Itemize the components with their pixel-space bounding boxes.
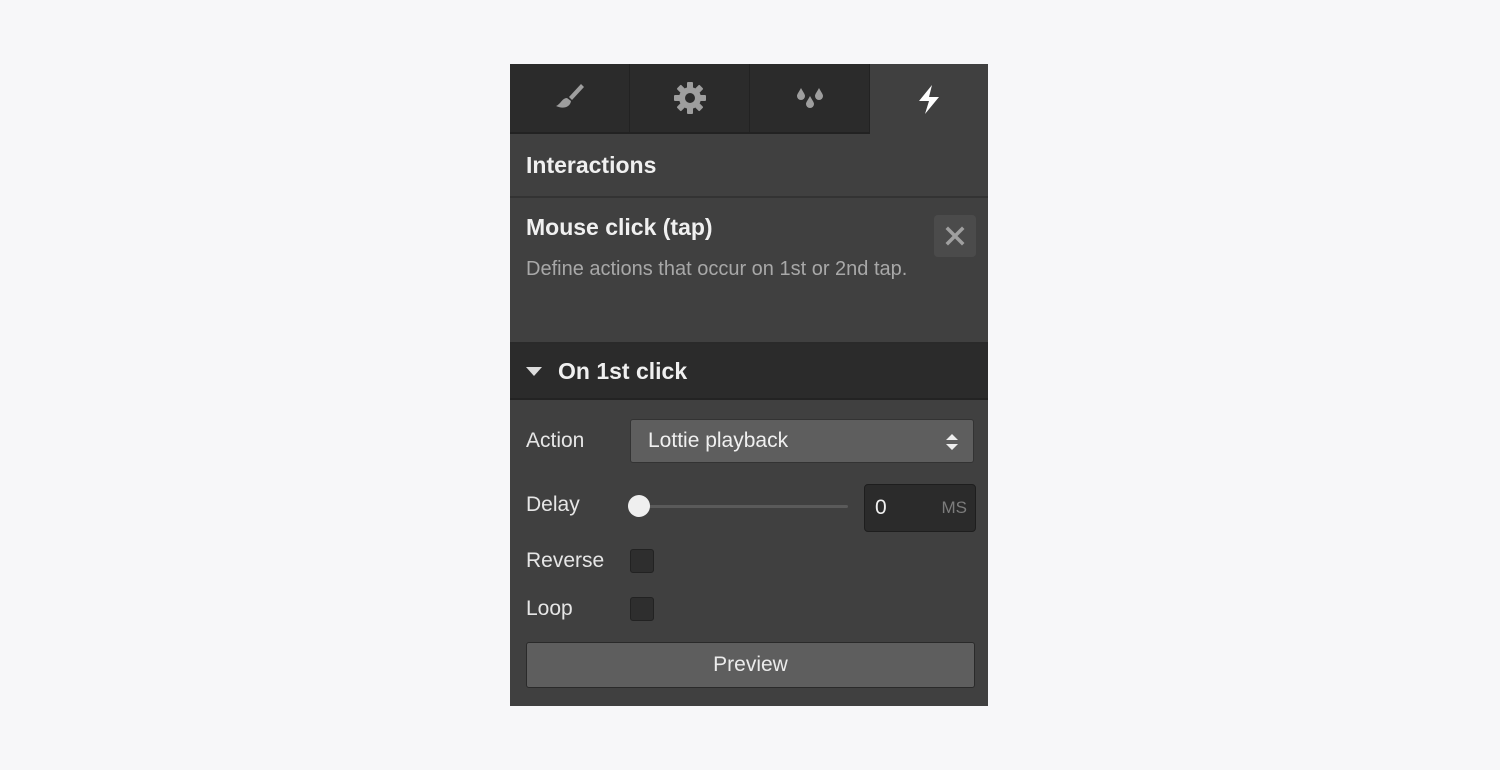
reverse-checkbox[interactable] <box>630 549 654 573</box>
remove-trigger-button[interactable] <box>934 215 976 257</box>
group-title: On 1st click <box>558 357 688 384</box>
trigger-card: Mouse click (tap) Define actions that oc… <box>510 198 988 344</box>
gear-icon <box>673 82 706 114</box>
delay-input[interactable]: 0 MS <box>864 484 976 532</box>
lightning-bolt-icon <box>919 85 939 114</box>
tab-settings[interactable] <box>630 64 750 134</box>
tab-style[interactable] <box>510 64 630 134</box>
close-icon <box>945 226 965 246</box>
tab-style-manager[interactable] <box>750 64 870 134</box>
delay-value: 0 <box>875 496 887 519</box>
interactions-panel: Interactions Mouse click (tap) Define ac… <box>510 64 988 706</box>
on-first-click-header[interactable]: On 1st click <box>510 344 988 400</box>
delay-row: Delay <box>526 493 630 517</box>
panel-tabs <box>510 64 988 134</box>
trigger-description: Define actions that occur on 1st or 2nd … <box>526 258 908 280</box>
tab-interactions[interactable] <box>870 64 988 134</box>
loop-row: Loop <box>526 597 654 621</box>
delay-slider-track[interactable] <box>638 505 848 508</box>
droplets-icon <box>796 88 823 108</box>
reverse-row: Reverse <box>526 549 654 573</box>
caret-down-icon <box>526 366 542 376</box>
section-title: Interactions <box>510 134 988 198</box>
loop-label: Loop <box>526 597 573 620</box>
preview-button[interactable]: Preview <box>526 642 975 688</box>
delay-unit: MS <box>941 498 968 517</box>
delay-label: Delay <box>526 493 580 516</box>
trigger-title: Mouse click (tap) <box>526 214 713 240</box>
loop-checkbox[interactable] <box>630 597 654 621</box>
action-label: Action <box>526 429 585 452</box>
action-select[interactable]: Lottie playback <box>630 419 974 463</box>
action-row: Action <box>526 429 630 453</box>
select-arrows-icon <box>946 434 958 450</box>
reverse-label: Reverse <box>526 549 605 572</box>
paintbrush-icon <box>555 84 584 108</box>
delay-slider-thumb[interactable] <box>628 495 650 517</box>
action-value: Lottie playback <box>648 429 789 452</box>
